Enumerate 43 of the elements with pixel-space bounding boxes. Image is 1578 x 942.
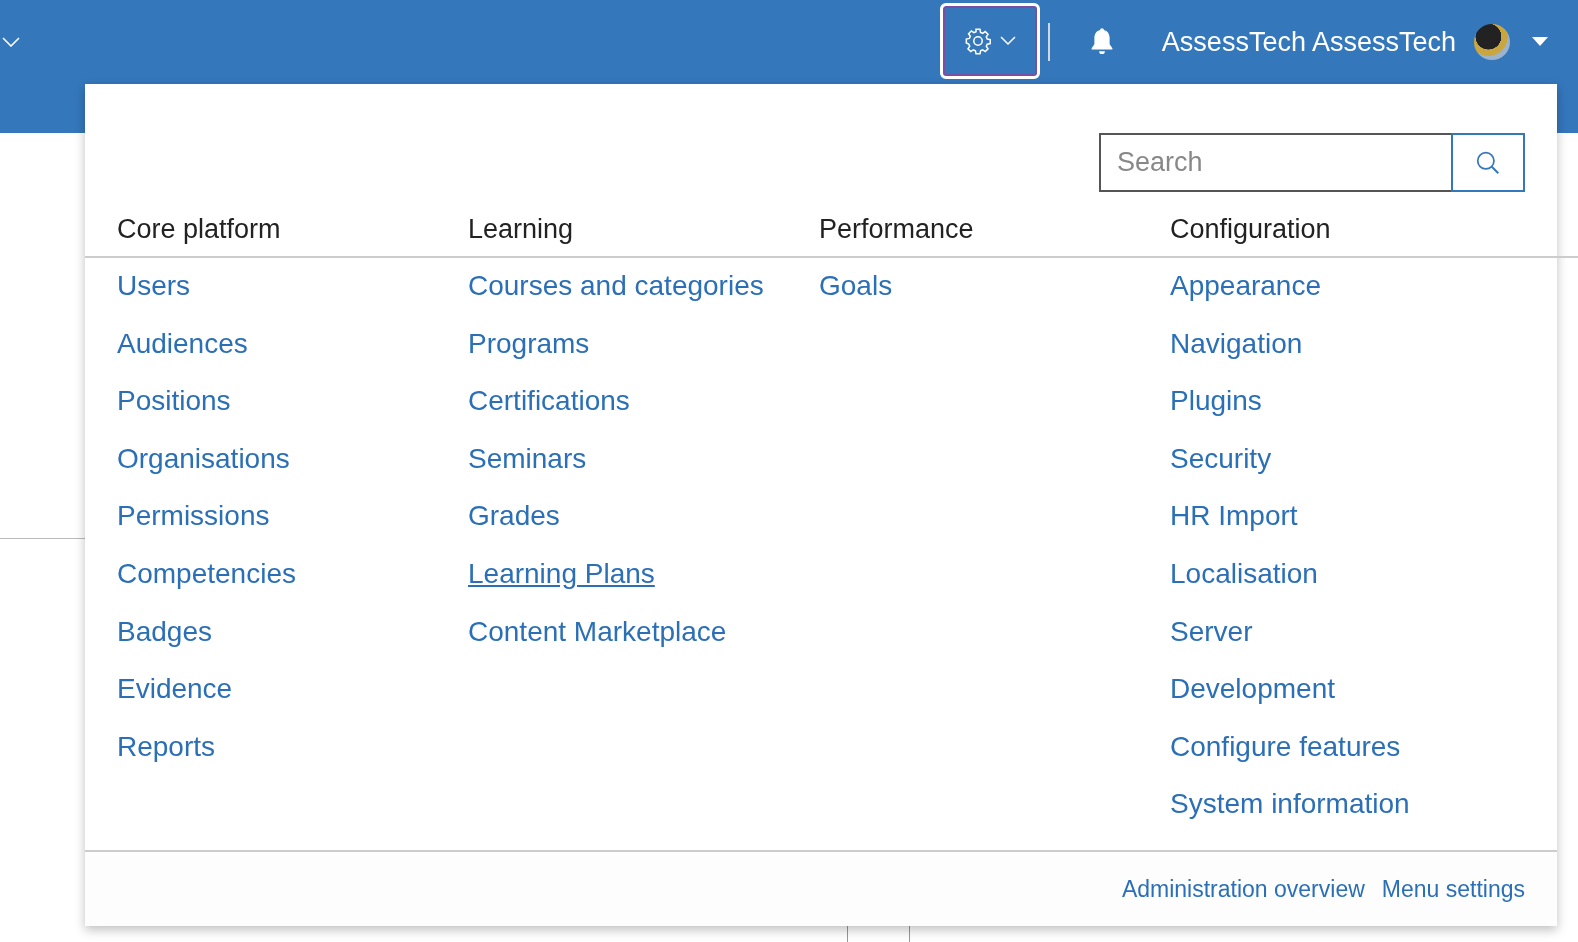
menu-link[interactable]: Goals [819,270,893,302]
settings-icon [963,27,992,55]
search-button[interactable] [1451,133,1525,192]
chevron-down-icon [999,36,1016,46]
search-icon [1475,149,1501,176]
footer-link[interactable]: Menu settings [1381,873,1525,905]
menu-link[interactable]: Reports [117,730,216,763]
chevron-down-icon[interactable] [2,37,20,47]
menu-link[interactable]: Permissions [117,500,270,533]
menu-link[interactable]: Security [1170,442,1272,475]
menu-link[interactable]: Positions [117,385,231,418]
avatar[interactable] [1474,24,1510,60]
menu-link[interactable]: Seminars [468,442,587,475]
menu-link[interactable]: Appearance [1170,270,1321,302]
menu-link[interactable]: Localisation [1170,557,1318,590]
menu-link[interactable]: Evidence [117,673,233,706]
menu-link[interactable]: Organisations [117,442,290,475]
menu-link[interactable]: Server [1170,615,1253,648]
menu-link[interactable]: Competencies [117,557,296,590]
menu-link[interactable]: Audiences [117,327,248,360]
menu-link[interactable]: Navigation [1170,327,1303,360]
menu-link[interactable]: Learning Plans [468,557,655,590]
settings-button[interactable] [939,3,1040,79]
column-heading: Core platform [85,212,468,258]
menu-link[interactable]: Plugins [1170,385,1262,418]
menu-link[interactable]: Certifications [468,385,630,418]
menu-link[interactable]: Configure features [1170,730,1401,763]
menu-link[interactable]: Grades [468,500,560,533]
menu-link[interactable]: HR Import [1170,500,1298,533]
menu-link[interactable]: Programs [468,327,590,360]
menu-link[interactable]: Users [117,270,191,302]
menu-link[interactable]: Content Marketplace [468,615,727,648]
footer-link[interactable]: Administration overview [1121,873,1365,905]
column-heading: Performance [819,212,1170,258]
search-field[interactable]: Search [1099,133,1451,192]
caret-icon[interactable] [1532,37,1548,47]
menu-link[interactable]: Development [1170,673,1335,706]
menu-link[interactable]: Courses and categories [468,270,764,302]
menu-link[interactable]: System information [1170,788,1410,821]
user-name[interactable]: AssessTech AssessTech [1161,26,1456,58]
menu-link[interactable]: Badges [117,615,212,648]
column-heading: Configuration [1170,212,1578,258]
column-heading: Learning [468,212,819,258]
